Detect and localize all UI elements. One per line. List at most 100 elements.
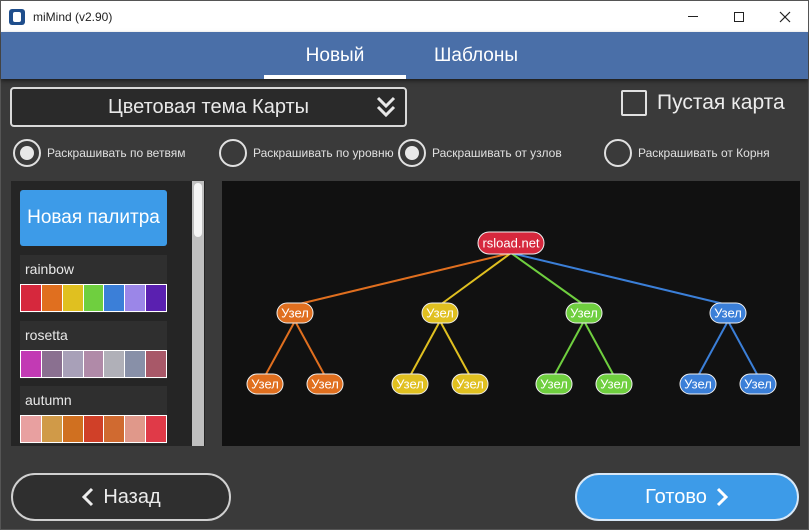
map-preview: Узел Узел Узел Узел Узел Узел Узел Узел Узел Узел…	[222, 181, 800, 446]
map-node-label: Узел	[600, 377, 628, 392]
palette-swatch	[83, 351, 104, 377]
palette-swatch	[146, 285, 167, 311]
palette-item-rosetta[interactable]: rosetta	[20, 321, 167, 379]
radio-label: Раскрашивать по ветвям	[47, 146, 186, 160]
palette-item-rainbow[interactable]: rainbow	[20, 255, 167, 313]
tabs-bar: Новый Шаблоны	[1, 32, 808, 79]
radio-label: Раскрашивать от узлов	[432, 146, 562, 160]
map-connector	[264, 320, 296, 377]
radio-color-from-nodes[interactable]: Раскрашивать от узлов	[398, 139, 562, 167]
app-logo-icon	[9, 8, 25, 25]
palette-swatch	[104, 351, 125, 377]
app-window: miMind (v2.90) Новый Шаблоны Цветовая те…	[0, 0, 809, 530]
palette-scrollbar-thumb[interactable]	[194, 183, 202, 237]
chevron-right-icon	[716, 487, 728, 507]
radio-button[interactable]	[604, 139, 632, 167]
title-bar: miMind (v2.90)	[1, 1, 808, 32]
back-button-label: Назад	[103, 485, 161, 508]
map-connector	[510, 252, 729, 306]
tab-new[interactable]: Новый	[264, 32, 406, 79]
map-connector	[697, 320, 729, 377]
palette-list: Новая палитра rainbow rosetta autumn	[11, 181, 205, 446]
palette-swatch	[21, 416, 41, 442]
palette-swatches	[20, 350, 167, 378]
radio-color-by-branches[interactable]: Раскрашивать по ветвям	[13, 139, 185, 167]
map-child-node: Узел	[679, 373, 717, 395]
minimize-button[interactable]	[670, 1, 716, 32]
map-color-theme-select[interactable]: Цветовая тема Карты	[10, 87, 407, 127]
window-title: miMind (v2.90)	[33, 9, 113, 24]
map-connector	[294, 320, 326, 377]
radio-button[interactable]	[398, 139, 426, 167]
palette-swatch	[62, 285, 83, 311]
map-child-node: Узел	[246, 373, 284, 395]
palette-swatch	[83, 416, 104, 442]
map-connector	[583, 320, 615, 377]
empty-map-checkbox[interactable]	[621, 90, 647, 116]
map-branch-node: Узел	[709, 302, 747, 324]
back-button[interactable]: Назад	[11, 473, 231, 521]
map-node-label: Узел	[311, 377, 339, 392]
map-node-label: Узел	[744, 377, 772, 392]
empty-map-label: Пустая карта	[657, 91, 785, 114]
palette-scrollbar[interactable]	[192, 181, 204, 446]
maximize-icon	[734, 11, 744, 22]
tab-templates[interactable]: Шаблоны	[406, 32, 546, 79]
radio-label: Раскрашивать от Корня	[638, 146, 770, 160]
palette-swatch	[146, 416, 167, 442]
close-button[interactable]	[762, 1, 808, 32]
radio-label: Раскрашивать по уровню	[253, 146, 394, 160]
palette-swatch	[146, 351, 167, 377]
palette-swatch	[104, 416, 125, 442]
map-node-label: Узел	[540, 377, 568, 392]
map-connector	[409, 320, 441, 377]
palette-swatches	[20, 415, 167, 443]
new-palette-button[interactable]: Новая палитра	[20, 190, 167, 246]
palette-swatch	[125, 416, 146, 442]
map-node-label: Узел	[426, 306, 454, 321]
map-preview-canvas: Узел Узел Узел Узел Узел Узел Узел Узел Узел Узел…	[246, 231, 777, 395]
map-node-label: Узел	[251, 377, 279, 392]
map-node-label: Узел	[396, 377, 424, 392]
empty-map-toggle[interactable]: Пустая карта	[621, 90, 785, 116]
radio-button[interactable]	[219, 139, 247, 167]
palette-swatch	[83, 285, 104, 311]
close-icon	[779, 11, 791, 22]
radio-color-by-level[interactable]: Раскрашивать по уровню	[219, 139, 397, 167]
map-branch-node: Узел	[421, 302, 459, 324]
done-button-label: Готово	[645, 485, 707, 508]
palette-swatch	[62, 351, 83, 377]
map-child-node: Узел	[306, 373, 344, 395]
palette-swatch	[41, 285, 62, 311]
map-node-label: Узел	[281, 306, 309, 321]
radio-button[interactable]	[13, 139, 41, 167]
map-node-label: rsload.net	[482, 236, 539, 251]
chevron-left-icon	[82, 487, 94, 507]
map-connector	[439, 320, 471, 377]
palette-item-autumn[interactable]: autumn	[20, 386, 167, 444]
map-node-label: Узел	[456, 377, 484, 392]
map-node-label: Узел	[570, 306, 598, 321]
map-child-node: Узел	[451, 373, 489, 395]
map-child-node: Узел	[595, 373, 633, 395]
map-branch-node: Узел	[276, 302, 314, 324]
map-connector	[727, 320, 759, 377]
map-child-node: Узел	[391, 373, 429, 395]
minimize-icon	[688, 16, 698, 17]
palette-swatch	[104, 285, 125, 311]
palette-swatch	[62, 416, 83, 442]
palette-swatch	[21, 351, 41, 377]
done-button[interactable]: Готово	[575, 473, 799, 521]
palette-swatch	[125, 285, 146, 311]
map-connector	[553, 320, 585, 377]
palette-name: rainbow	[25, 261, 75, 277]
double-chevron-down-icon	[376, 96, 396, 118]
map-child-node: Узел	[535, 373, 573, 395]
maximize-button[interactable]	[716, 1, 762, 32]
radio-color-from-root[interactable]: Раскрашивать от Корня	[604, 139, 770, 167]
palette-swatches	[20, 284, 167, 312]
map-node-label: Узел	[714, 306, 742, 321]
palette-swatch	[41, 416, 62, 442]
palette-swatch	[125, 351, 146, 377]
palette-name: rosetta	[25, 327, 68, 343]
